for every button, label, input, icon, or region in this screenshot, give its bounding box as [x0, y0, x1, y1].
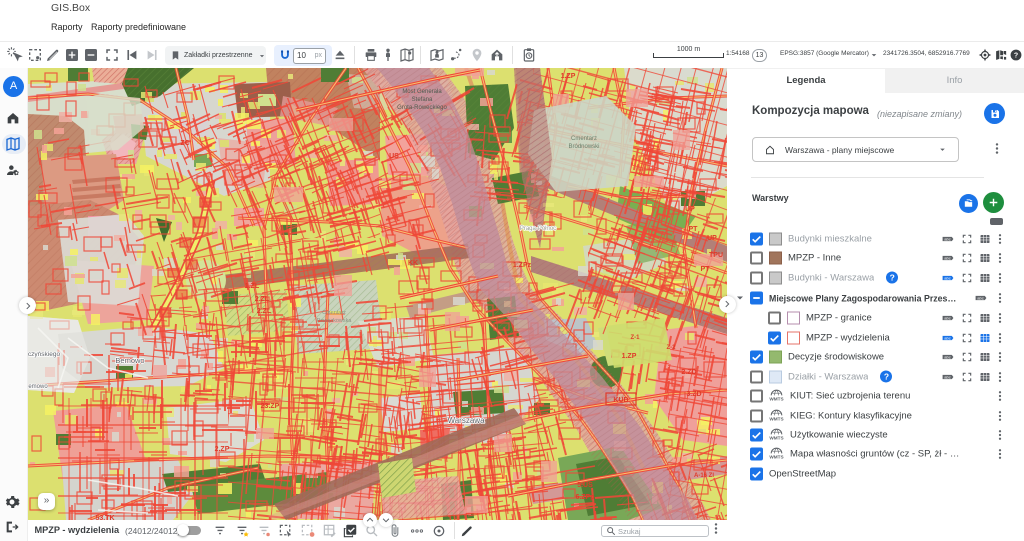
svg-text:1.ZP: 1.ZP	[561, 73, 576, 80]
svg-text:?: ?	[1014, 52, 1018, 59]
svg-text:KK: KK	[408, 260, 418, 267]
svg-text:1.ZP: 1.ZP	[622, 353, 637, 360]
svg-text:3.ZD: 3.ZD	[686, 391, 701, 398]
svg-text:WMTS: WMTS	[769, 435, 783, 440]
svg-text:abc: abc	[944, 354, 951, 359]
svg-text:PT: PT	[701, 266, 711, 273]
svg-text:Powązkowska: Powązkowska	[317, 318, 353, 324]
svg-text:2.ZP: 2.ZP	[215, 446, 230, 453]
svg-text:WMTS: WMTS	[769, 416, 783, 421]
svg-text:abc: abc	[944, 335, 951, 340]
svg-text:2.ZL: 2.ZL	[255, 296, 270, 303]
svg-text:Grota-Roweckiego: Grota-Roweckiego	[397, 105, 447, 111]
svg-text:abc: abc	[944, 275, 951, 280]
svg-text:Z-1: Z-1	[631, 335, 641, 341]
svg-text:5.US: 5.US	[577, 482, 593, 489]
svg-text:Cmentarz: Cmentarz	[571, 136, 597, 142]
svg-text:abc: abc	[944, 315, 951, 320]
svg-text:6.ZPp: 6.ZPp	[575, 494, 594, 501]
svg-text:Stefana: Stefana	[412, 97, 433, 103]
svg-text:Most Generała: Most Generała	[402, 89, 442, 95]
svg-text:abc: abc	[944, 255, 951, 260]
svg-text:1.ZPz: 1.ZPz	[513, 262, 532, 269]
svg-text:abc: abc	[944, 236, 951, 241]
svg-text:23.ZP: 23.ZP	[261, 403, 280, 410]
svg-text:Bemowo: Bemowo	[115, 356, 144, 365]
svg-text:Cmentarz: Cmentarz	[322, 310, 346, 316]
svg-text:KUD: KUD	[613, 397, 628, 404]
svg-text:1.ZL: 1.ZL	[245, 283, 260, 290]
svg-text:emowo: emowo	[28, 384, 48, 390]
svg-text:2.ZL: 2.ZL	[257, 308, 272, 315]
svg-text:WMTS: WMTS	[769, 454, 783, 459]
svg-text:2.ZD: 2.ZD	[681, 369, 696, 376]
svg-text:Praga-Północ: Praga-Północ	[520, 226, 556, 232]
svg-text:US: US	[389, 153, 399, 160]
svg-text:WMTS: WMTS	[769, 397, 783, 402]
svg-text:A-16 Zl: A-16 Zl	[694, 473, 714, 479]
svg-text:czyńskiego: czyńskiego	[28, 351, 60, 358]
svg-text:UP: UP	[707, 235, 717, 242]
svg-text:TPU: TPU	[709, 252, 723, 259]
svg-text:Z-2: Z-2	[667, 345, 677, 351]
svg-text:Bródnowski: Bródnowski	[568, 144, 599, 150]
svg-text:abc: abc	[977, 295, 984, 300]
svg-text:abc: abc	[944, 374, 951, 379]
svg-text:UP: UP	[685, 206, 695, 213]
svg-text:Warszawa: Warszawa	[447, 416, 485, 425]
svg-text:PT: PT	[689, 226, 699, 233]
svg-text:ZC: ZC	[180, 140, 189, 147]
